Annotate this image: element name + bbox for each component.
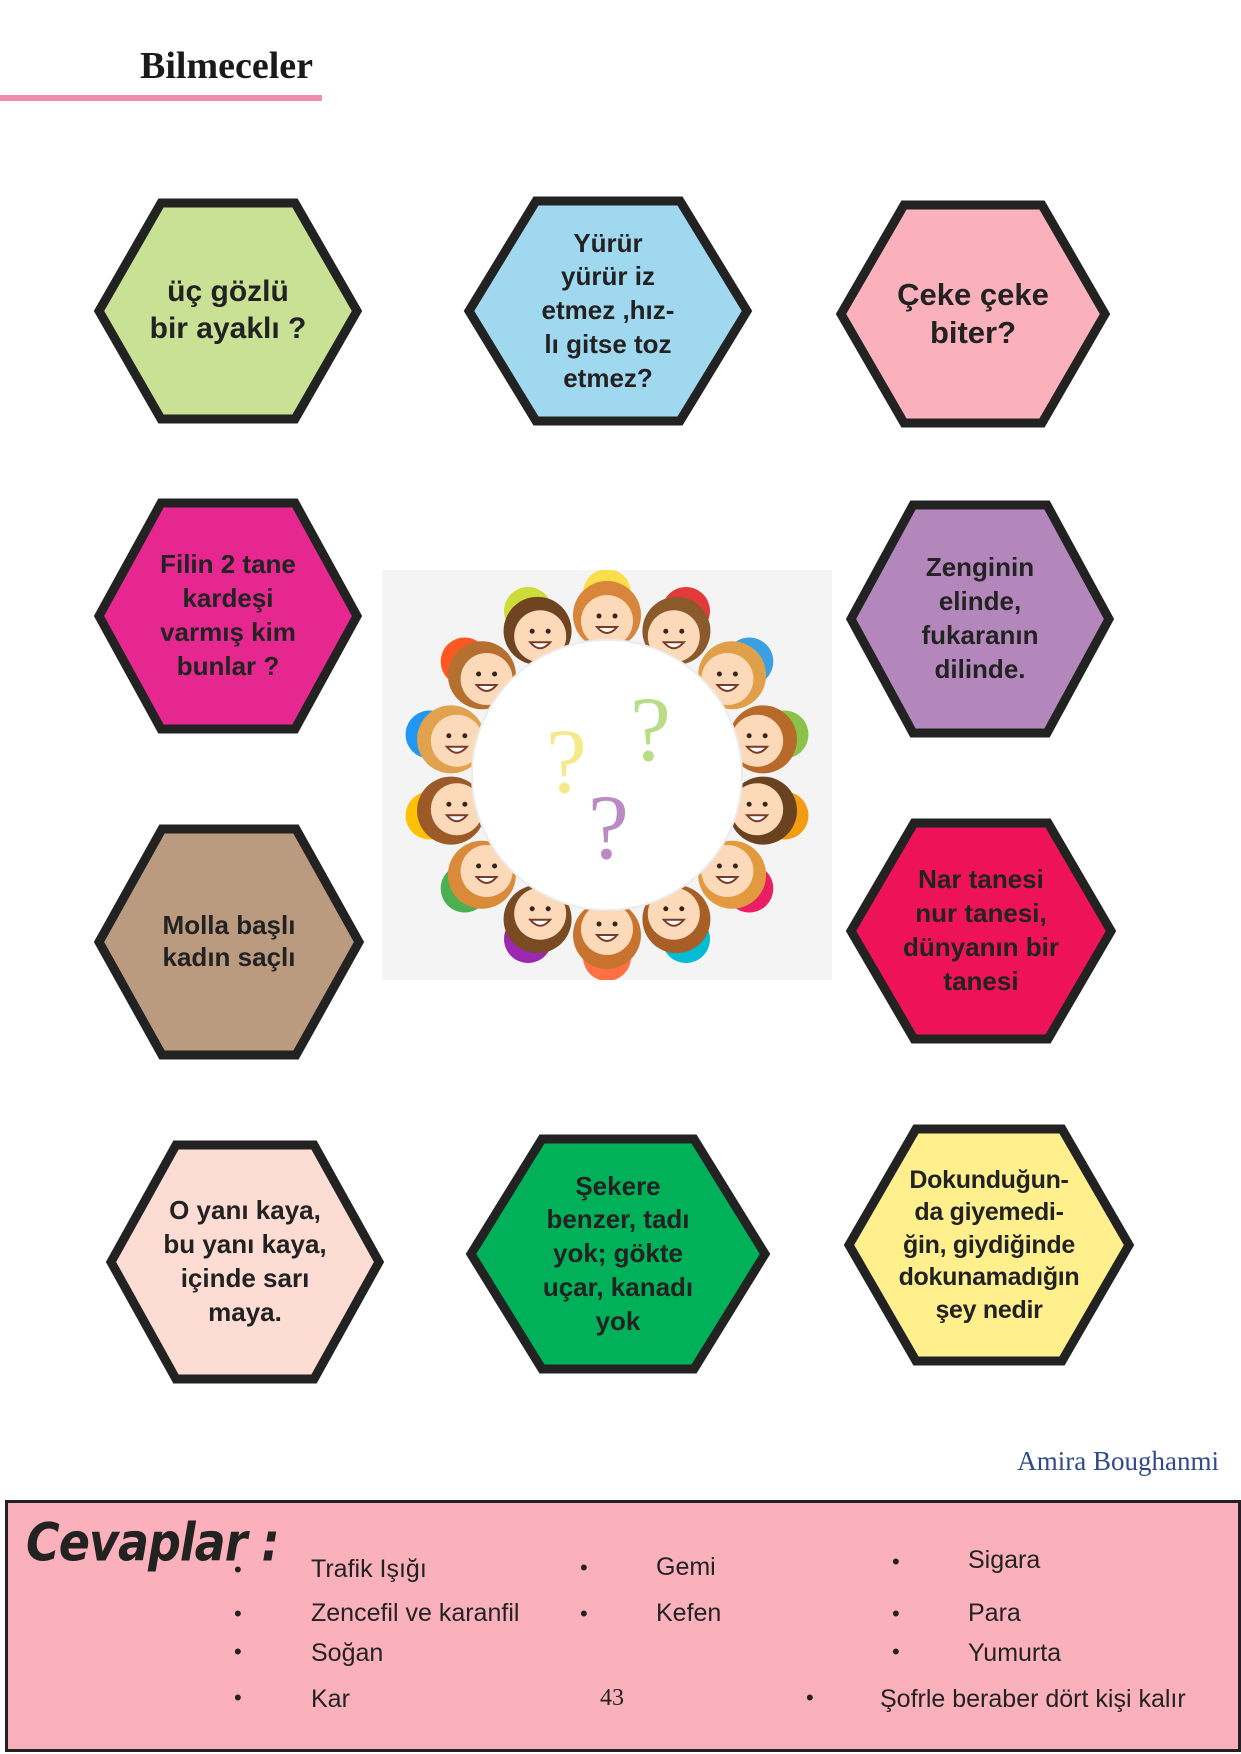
child-eye: [462, 733, 468, 739]
answer-item: Gemi: [656, 1553, 716, 1581]
page-number: 43: [600, 1685, 624, 1711]
question-mark-yellow: ?: [546, 710, 587, 812]
bullet-icon: •: [580, 1555, 588, 1580]
answer-item: Kar: [311, 1685, 350, 1713]
riddle-hexagon: Zenginin elinde, fukaranın dilinde.: [845, 500, 1115, 738]
child-eye: [462, 801, 468, 807]
child-eye: [732, 671, 738, 677]
child-eye: [476, 863, 482, 869]
child-eye: [545, 628, 551, 634]
child-eye: [663, 906, 669, 912]
child-eye: [492, 863, 498, 869]
answer-item: Sigara: [968, 1546, 1041, 1574]
bullet-icon: •: [234, 1557, 242, 1582]
bullet-icon: •: [806, 1685, 814, 1710]
child-eye: [716, 671, 722, 677]
riddle-text: Zenginin elinde, fukaranın dilinde.: [921, 552, 1039, 684]
bullet-icon: •: [892, 1639, 900, 1664]
child-eye: [529, 628, 535, 634]
child-eye: [476, 671, 482, 677]
riddle-hexagon: Şekere benzer, tadı yok; gökte uçar, kan…: [465, 1134, 771, 1374]
riddle-text: üç gözlü bir ayaklı ?: [149, 275, 307, 345]
question-mark-green: ?: [630, 678, 671, 780]
child-eye: [446, 801, 452, 807]
bullet-icon: •: [234, 1639, 242, 1664]
bullet-icon: •: [892, 1549, 900, 1574]
child-eye: [596, 921, 602, 927]
bullet-icon: •: [234, 1601, 242, 1626]
child-eye: [612, 613, 618, 619]
answer-item: Trafik Işığı: [311, 1555, 427, 1583]
child-eye: [446, 733, 452, 739]
riddle-hexagon: O yanı kaya, bu yanı kaya, içinde sarı m…: [105, 1140, 385, 1384]
answer-item: Para: [968, 1599, 1021, 1627]
child-eye: [746, 733, 752, 739]
riddle-hexagon: Molla başlı kadın saçlı: [93, 824, 365, 1060]
answer-item: Soğan: [311, 1639, 384, 1667]
child-eye: [492, 671, 498, 677]
riddle-hexagon: Dokunduğun- da giyemedi- ğin, giydiğinde…: [843, 1124, 1135, 1366]
riddle-hexagon: üç gözlü bir ayaklı ?: [93, 198, 363, 424]
riddle-hexagon: Yürür yürür iz etmez ,hız- lı gitse toz …: [463, 196, 753, 426]
riddle-text: Çeke çeke biter?: [897, 277, 1049, 350]
riddle-text: Filin 2 tane kardeşi varmış kim bunlar ?: [160, 549, 296, 681]
answers-panel: Cevaplar : • Trafik Işığı • Zencefil ve …: [5, 1500, 1241, 1752]
answer-item: Şofrle beraber dört kişi kalır: [880, 1685, 1186, 1713]
riddle-hexagon: Nar tanesi nur tanesi, dünyanın bir tane…: [845, 818, 1117, 1044]
child-eye: [679, 628, 685, 634]
author-name: Amira Boughanmi: [1017, 1446, 1219, 1476]
page-title: Bilmeceler: [140, 45, 314, 87]
title-underline: [0, 95, 322, 101]
child-eye: [762, 801, 768, 807]
child-eye: [762, 733, 768, 739]
child-eye: [732, 863, 738, 869]
riddle-hexagon: Filin 2 tane kardeşi varmış kim bunlar ?: [93, 498, 363, 734]
bullet-icon: •: [892, 1601, 900, 1626]
bullet-icon: •: [580, 1601, 588, 1626]
riddle-text: Yürür yürür iz etmez ,hız- lı gitse toz …: [541, 227, 675, 393]
children-circle-illustration: ? ? ?: [382, 569, 832, 981]
answer-item: Kefen: [656, 1599, 722, 1627]
riddle-text: Nar tanesi nur tanesi, dünyanın bir tane…: [903, 864, 1059, 996]
bullet-icon: •: [234, 1685, 242, 1710]
child-eye: [612, 921, 618, 927]
riddle-text: Molla başlı kadın saçlı: [162, 910, 296, 972]
riddle-text: Şekere benzer, tadı yok; gökte uçar, kan…: [542, 1170, 694, 1336]
child-eye: [596, 613, 602, 619]
child-eye: [716, 863, 722, 869]
question-mark-purple: ?: [588, 776, 629, 878]
child-eye: [529, 906, 535, 912]
riddle-text: Dokunduğun- da giyemedi- ğin, giydiğinde…: [898, 1165, 1080, 1324]
riddle-hexagon: Çeke çeke biter?: [835, 200, 1111, 428]
riddle-text: O yanı kaya, bu yanı kaya, içinde sarı m…: [163, 1195, 327, 1327]
child-eye: [663, 628, 669, 634]
child-eye: [746, 801, 752, 807]
answer-item: Zencefil ve karanfil: [311, 1599, 520, 1627]
answer-item: Yumurta: [968, 1639, 1062, 1667]
child-eye: [545, 906, 551, 912]
child-eye: [679, 906, 685, 912]
